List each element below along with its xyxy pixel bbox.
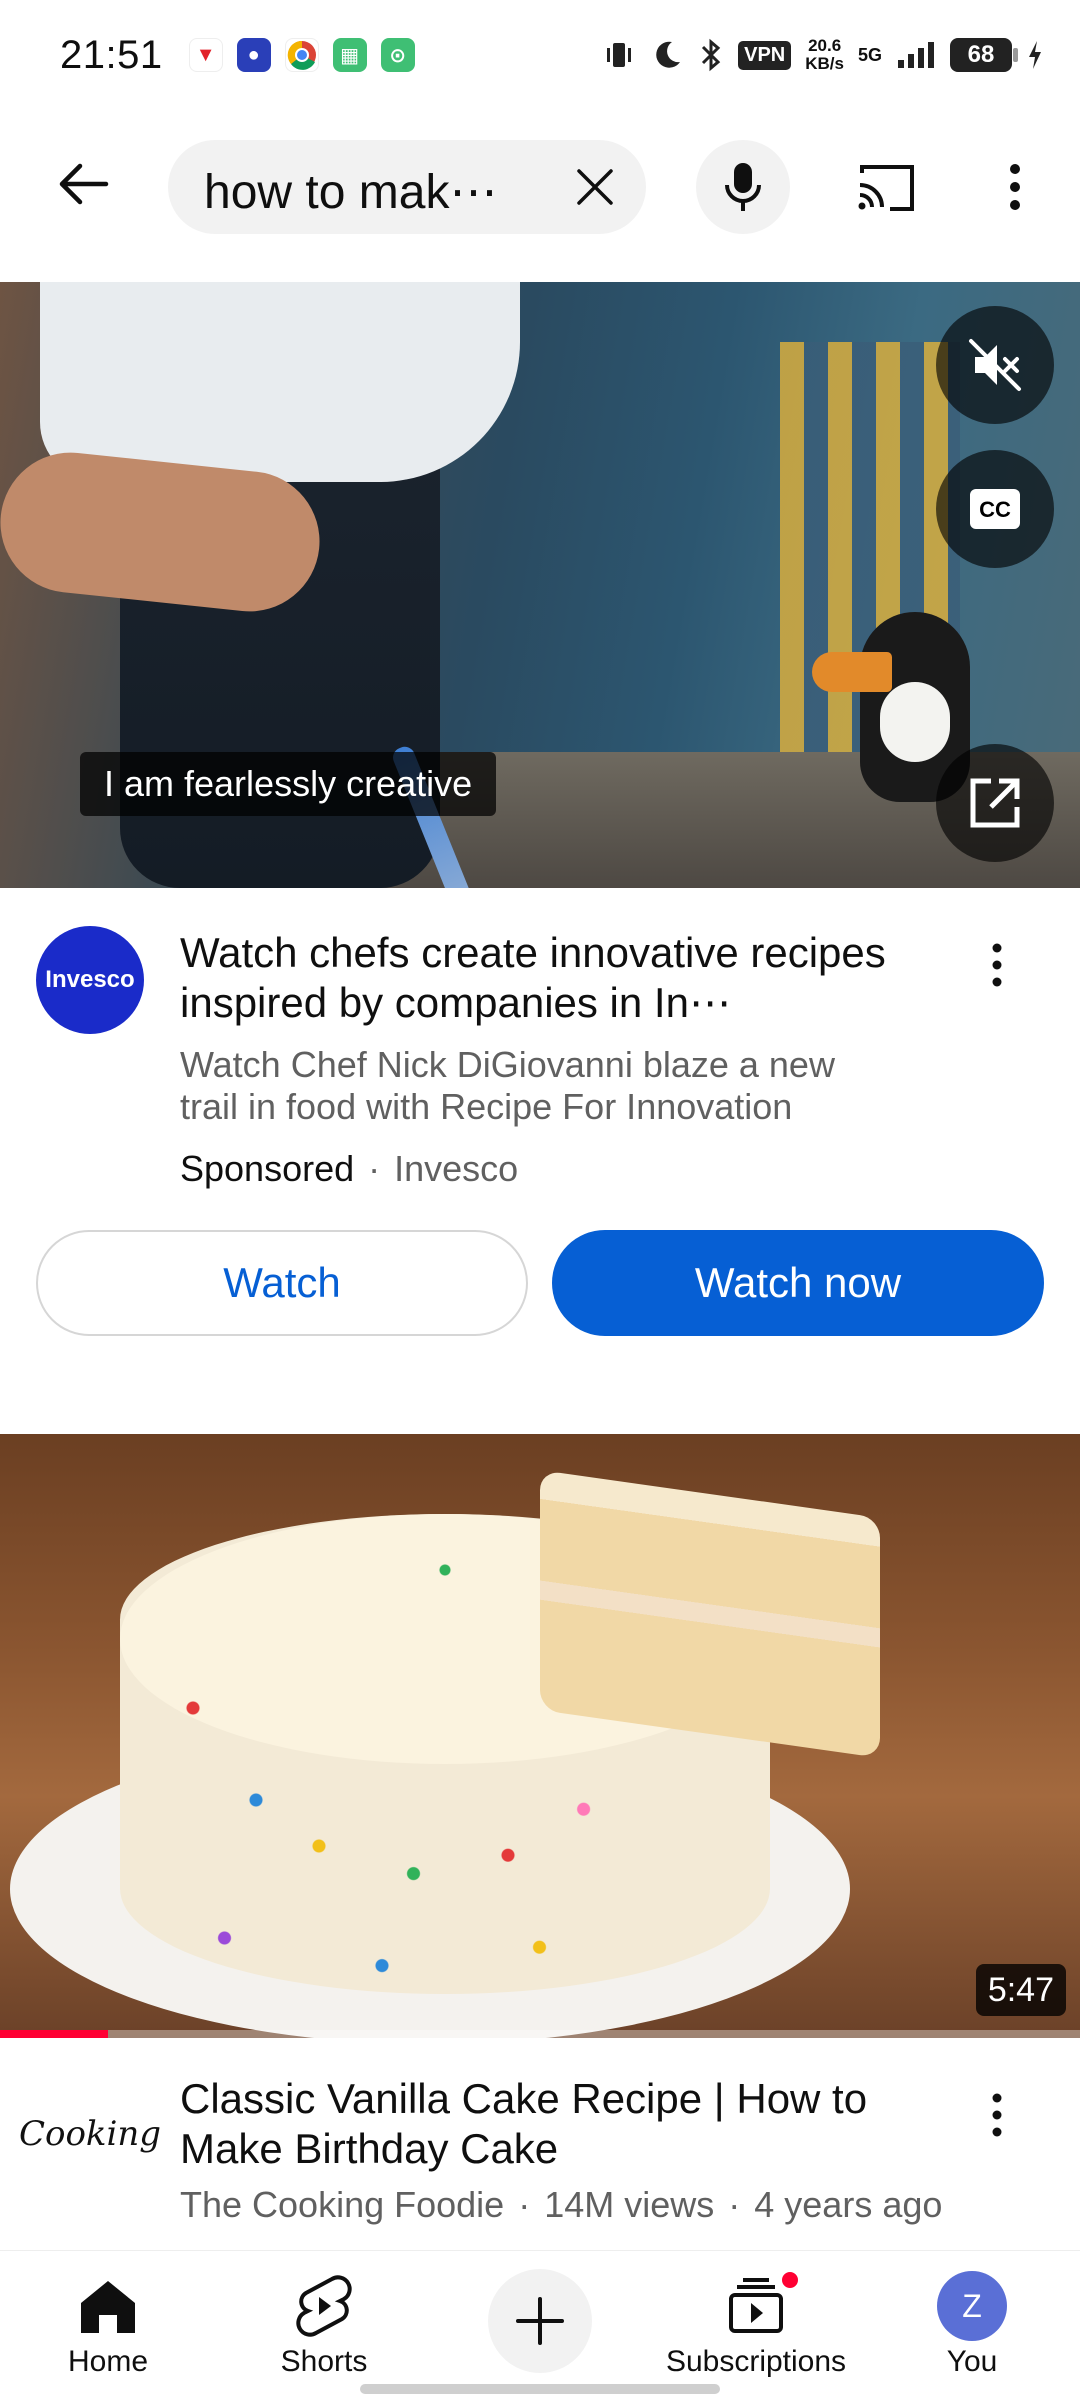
status-bar: 21:51 ▼ ● ▦ ⊙ VPN 20.6 KB/s 5G 68 — [0, 0, 1080, 110]
vibrate-icon — [607, 43, 632, 67]
notification-app-icon: ▼ — [188, 38, 223, 72]
advertiser-avatar[interactable]: Invesco — [36, 926, 144, 1034]
search-query-text: how to mak⋯ — [204, 166, 498, 219]
more-vert-icon — [992, 2093, 1002, 2137]
ad-title[interactable]: Watch chefs create innovative recipes in… — [180, 928, 920, 1028]
more-options-button[interactable] — [980, 152, 1050, 222]
meta-separator: · — [368, 1148, 381, 1189]
nav-subscriptions-label: Subscriptions — [665, 2345, 847, 2378]
network-speed-unit: KB/s — [805, 54, 844, 73]
open-external-icon — [970, 778, 1020, 828]
status-system-icons: VPN 20.6 KB/s 5G 68 — [602, 37, 1044, 73]
network-speed: 20.6 KB/s — [805, 37, 844, 73]
watch-now-button[interactable]: Watch now — [552, 1230, 1044, 1336]
view-count: 14M views — [544, 2184, 715, 2225]
notification-dot — [779, 2269, 801, 2291]
home-icon — [81, 2281, 135, 2333]
you-avatar-letter: Z — [962, 2287, 982, 2324]
notification-app-icon: ▦ — [332, 38, 367, 72]
nav-home[interactable]: Home — [0, 2251, 216, 2400]
clear-search-button[interactable] — [570, 162, 620, 212]
subscriptions-icon — [729, 2278, 783, 2333]
bottom-navigation: Home Shorts Subscriptions Z You — [0, 2250, 1080, 2400]
notification-app-icon: ● — [236, 38, 271, 72]
video-thumbnail[interactable]: 5:47 — [0, 1434, 1080, 2038]
nav-you[interactable]: Z You — [864, 2251, 1080, 2400]
network-type: 5G — [857, 44, 882, 65]
bluetooth-icon — [702, 38, 721, 72]
meta-separator: · — [728, 2184, 741, 2225]
channel-avatar[interactable]: Cooking — [19, 2080, 161, 2188]
chrome-icon — [284, 38, 319, 72]
mute-icon — [969, 339, 1021, 391]
advertiser-avatar-text: Invesco — [45, 966, 135, 993]
channel-avatar-text: Cooking — [18, 2114, 162, 2154]
do-not-disturb-moon-icon — [656, 41, 681, 68]
meta-separator: · — [518, 2184, 531, 2225]
search-input[interactable]: how to mak⋯ — [168, 140, 646, 234]
battery-level: 68 — [967, 41, 995, 68]
close-icon — [577, 169, 613, 205]
plus-icon — [516, 2297, 564, 2345]
nav-shorts-label: Shorts — [280, 2345, 368, 2378]
ad-video-player[interactable]: I am fearlessly creative CC — [0, 282, 1080, 888]
mute-button[interactable] — [936, 306, 1054, 424]
upload-age: 4 years ago — [754, 2184, 943, 2225]
video-duration-badge: 5:47 — [975, 1964, 1066, 2016]
hotspot-icon: ⊙ — [380, 38, 415, 72]
advertiser-name: Invesco — [394, 1148, 519, 1189]
open-externally-button[interactable] — [936, 744, 1054, 862]
network-speed-value: 20.6 — [808, 36, 842, 55]
battery-indicator: 68 — [950, 38, 1018, 72]
voice-search-button[interactable] — [696, 140, 790, 234]
watch-progress-bar — [0, 2030, 1080, 2038]
nav-you-label: You — [946, 2345, 998, 2378]
vpn-badge: VPN — [738, 40, 792, 70]
thumbnail-cake-slice — [540, 1470, 880, 1758]
status-time: 21:51 — [60, 32, 163, 77]
nav-subscriptions[interactable]: Subscriptions — [648, 2251, 864, 2400]
more-vert-icon — [1010, 164, 1020, 210]
svg-text:CC: CC — [979, 497, 1011, 522]
video-title[interactable]: Classic Vanilla Cake Recipe | How to Mak… — [180, 2074, 920, 2174]
sponsored-label: Sponsored — [180, 1148, 355, 1189]
nav-home-label: Home — [67, 2345, 149, 2378]
cast-icon — [858, 165, 914, 211]
nav-shorts[interactable]: Shorts — [216, 2251, 432, 2400]
nav-you-icon-wrap: Z — [937, 2271, 1007, 2341]
captions-button[interactable]: CC — [936, 450, 1054, 568]
watch-button[interactable]: Watch — [36, 1230, 528, 1336]
gesture-navigation-bar[interactable] — [360, 2384, 720, 2394]
back-arrow-icon — [59, 163, 109, 205]
back-button[interactable] — [48, 148, 120, 220]
nav-shorts-icon-wrap — [296, 2273, 352, 2339]
more-vert-icon — [992, 943, 1002, 987]
video-caption: I am fearlessly creative — [80, 752, 497, 816]
ad-description: Watch Chef Nick DiGiovanni blaze a new t… — [180, 1044, 835, 1127]
cc-icon: CC — [970, 489, 1020, 529]
signal-icon — [898, 42, 934, 68]
video-meta: The Cooking Foodie · 14M views · 4 years ago — [180, 2184, 942, 2226]
nav-home-icon-wrap — [77, 2273, 139, 2339]
ad-meta: Sponsored · Invesco — [180, 1148, 518, 1190]
cast-button[interactable] — [846, 152, 926, 222]
you-avatar: Z — [937, 2271, 1007, 2341]
channel-name: The Cooking Foodie — [180, 2184, 505, 2225]
shorts-icon — [296, 2275, 352, 2337]
create-button[interactable] — [488, 2269, 592, 2373]
mic-icon — [725, 163, 761, 211]
video-more-options-button[interactable] — [962, 2080, 1032, 2150]
nav-create[interactable] — [432, 2251, 648, 2400]
charging-icon — [1029, 41, 1041, 69]
search-toolbar: how to mak⋯ — [0, 130, 1080, 240]
status-notification-icons: ▼ ● ▦ ⊙ — [188, 38, 415, 72]
watch-progress-fill — [0, 2030, 108, 2038]
nav-subscriptions-icon-wrap — [725, 2269, 801, 2339]
ad-scene-chef-shirt — [40, 282, 520, 482]
ad-more-options-button[interactable] — [962, 930, 1032, 1000]
